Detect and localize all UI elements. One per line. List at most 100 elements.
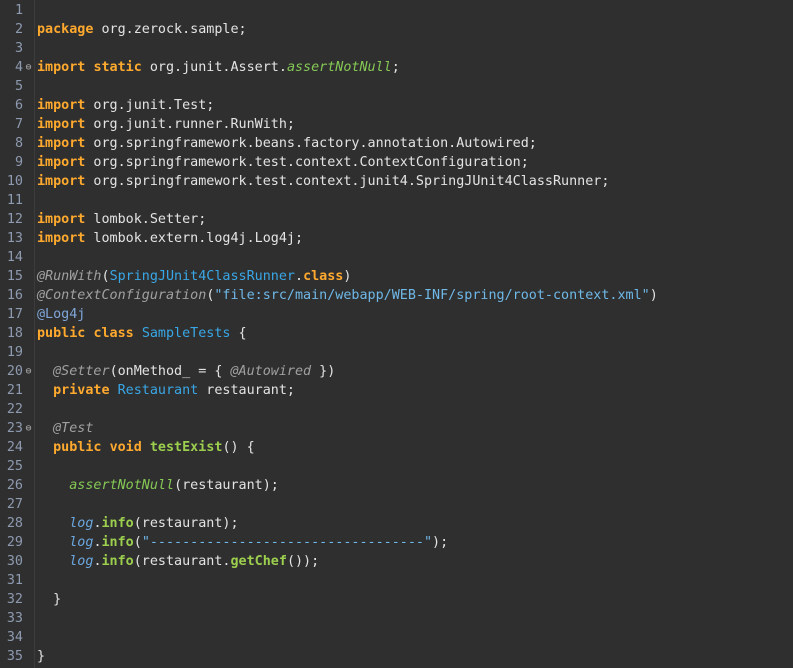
code-text: import org.springframework.test.context.… bbox=[37, 172, 609, 191]
code-text: } bbox=[37, 590, 61, 609]
code-text: @Test bbox=[37, 419, 93, 438]
code-token: import bbox=[37, 98, 86, 113]
code-line[interactable]: 34 bbox=[0, 628, 793, 647]
line-number: 7 bbox=[14, 117, 23, 132]
code-token: getChef bbox=[230, 554, 287, 569]
collapse-icon[interactable]: ⊖ bbox=[24, 424, 33, 434]
line-number: 21 bbox=[6, 383, 23, 398]
code-text: import org.springframework.beans.factory… bbox=[37, 134, 537, 153]
code-line[interactable]: 4 ⊖ import static org.junit.Assert.assertN… bbox=[0, 58, 793, 77]
code-token: import bbox=[37, 212, 86, 227]
code-line[interactable]: 2 package org.zerock.sample; bbox=[0, 20, 793, 39]
code-line[interactable]: 18 public class SampleTests { bbox=[0, 324, 793, 343]
code-line[interactable]: 9 import org.springframework.test.context… bbox=[0, 153, 793, 172]
code-token: @Test bbox=[53, 421, 94, 436]
code-line[interactable]: 12 import lombok.Setter; bbox=[0, 210, 793, 229]
code-token: assertNotNull bbox=[69, 478, 175, 493]
code-line[interactable]: 8 import org.springframework.beans.factor… bbox=[0, 134, 793, 153]
code-token: ( bbox=[101, 269, 110, 284]
code-token: SpringJUnit4ClassRunner bbox=[109, 269, 295, 284]
line-number: 14 bbox=[6, 250, 23, 265]
line-number: 35 bbox=[6, 649, 23, 664]
code-line[interactable]: 6 import org.junit.Test; bbox=[0, 96, 793, 115]
code-line[interactable]: 35} bbox=[0, 647, 793, 666]
line-number: 32 bbox=[6, 592, 23, 607]
code-line[interactable]: 5 bbox=[0, 77, 793, 96]
code-line[interactable]: 24 public void testExist() { bbox=[0, 438, 793, 457]
line-number: 26 bbox=[6, 478, 23, 493]
code-line[interactable]: 29 log.info("---------------------------… bbox=[0, 533, 793, 552]
code-editor[interactable]: 1 2 package org.zerock.sample; 3 4 ⊖ import st… bbox=[0, 0, 793, 668]
code-text: @Setter(onMethod_ = { @Autowired }) bbox=[37, 362, 335, 381]
code-token: @Setter bbox=[53, 364, 110, 379]
code-token: . bbox=[93, 554, 102, 569]
line-number: 29 bbox=[6, 535, 23, 550]
code-token: org.junit.Assert. bbox=[141, 60, 287, 75]
code-line[interactable]: 31 bbox=[0, 571, 793, 590]
line-number: 22 bbox=[6, 402, 23, 417]
code-token: private bbox=[53, 383, 110, 398]
code-token: "file:src/main/webapp/WEB-INF/spring/roo… bbox=[214, 288, 650, 303]
code-line[interactable]: 30 log.info(restaurant.getChef()); bbox=[0, 552, 793, 571]
code-text: public void testExist() { bbox=[37, 438, 255, 457]
code-line[interactable]: 25 bbox=[0, 457, 793, 476]
code-line[interactable]: 28 log.info(restaurant); bbox=[0, 514, 793, 533]
code-text: private Restaurant restaurant; bbox=[37, 381, 295, 400]
code-token: (onMethod_ = { bbox=[109, 364, 231, 379]
code-token: import bbox=[37, 117, 86, 132]
code-area[interactable]: 1 2 package org.zerock.sample; 3 4 ⊖ import st… bbox=[0, 1, 793, 666]
collapse-icon[interactable]: ⊖ bbox=[24, 63, 33, 73]
code-token: import bbox=[37, 136, 86, 151]
code-line[interactable]: 11 bbox=[0, 191, 793, 210]
code-text: import org.junit.Test; bbox=[37, 96, 214, 115]
code-token: @Log4j bbox=[37, 307, 86, 322]
code-token: org.junit.runner.RunWith; bbox=[85, 117, 295, 132]
code-token: } bbox=[37, 592, 62, 607]
code-line[interactable]: 33 bbox=[0, 609, 793, 628]
line-number: 33 bbox=[6, 611, 23, 626]
code-line[interactable]: 19 bbox=[0, 343, 793, 362]
code-line[interactable]: 21 private Restaurant restaurant; bbox=[0, 381, 793, 400]
code-line[interactable]: 20 ⊖ @Setter(onMethod_ = { @Autowired }) bbox=[0, 362, 793, 381]
code-token: (restaurant); bbox=[133, 516, 239, 531]
line-number: 31 bbox=[6, 573, 23, 588]
line-number: 17 bbox=[6, 307, 23, 322]
code-line[interactable]: 7 import org.junit.runner.RunWith; bbox=[0, 115, 793, 134]
code-line[interactable]: 32 } bbox=[0, 590, 793, 609]
code-text: import org.springframework.test.context.… bbox=[37, 153, 529, 172]
code-line[interactable]: 1 bbox=[0, 1, 793, 20]
code-line[interactable]: 26 assertNotNull(restaurant); bbox=[0, 476, 793, 495]
code-token: testExist bbox=[149, 440, 223, 455]
code-line[interactable]: 14 bbox=[0, 248, 793, 267]
line-number: 9 bbox=[14, 155, 23, 170]
code-token: () { bbox=[222, 440, 255, 455]
code-line[interactable]: 16 @ContextConfiguration("file:src/main/w… bbox=[0, 286, 793, 305]
code-line[interactable]: 22 bbox=[0, 400, 793, 419]
code-token: info bbox=[101, 516, 134, 531]
code-token: info bbox=[101, 554, 134, 569]
code-line[interactable]: 13 import lombok.extern.log4j.Log4j; bbox=[0, 229, 793, 248]
code-line[interactable]: 3 bbox=[0, 39, 793, 58]
code-line[interactable]: 23 ⊖ @Test bbox=[0, 419, 793, 438]
line-number: 10 bbox=[6, 174, 23, 189]
code-token: (restaurant); bbox=[174, 478, 279, 493]
code-line[interactable]: 27 bbox=[0, 495, 793, 514]
collapse-icon[interactable]: ⊖ bbox=[24, 367, 33, 377]
code-line[interactable]: 10 import org.springframework.test.contex… bbox=[0, 172, 793, 191]
code-line[interactable]: 15 @RunWith(SpringJUnit4ClassRunner.class… bbox=[0, 267, 793, 286]
code-text: log.info("------------------------------… bbox=[37, 533, 448, 552]
code-token: import bbox=[37, 174, 86, 189]
line-number: 5 bbox=[14, 79, 23, 94]
line-number: 6 bbox=[14, 98, 23, 113]
code-token: restaurant; bbox=[198, 383, 295, 398]
code-line[interactable]: 17 @Log4j bbox=[0, 305, 793, 324]
